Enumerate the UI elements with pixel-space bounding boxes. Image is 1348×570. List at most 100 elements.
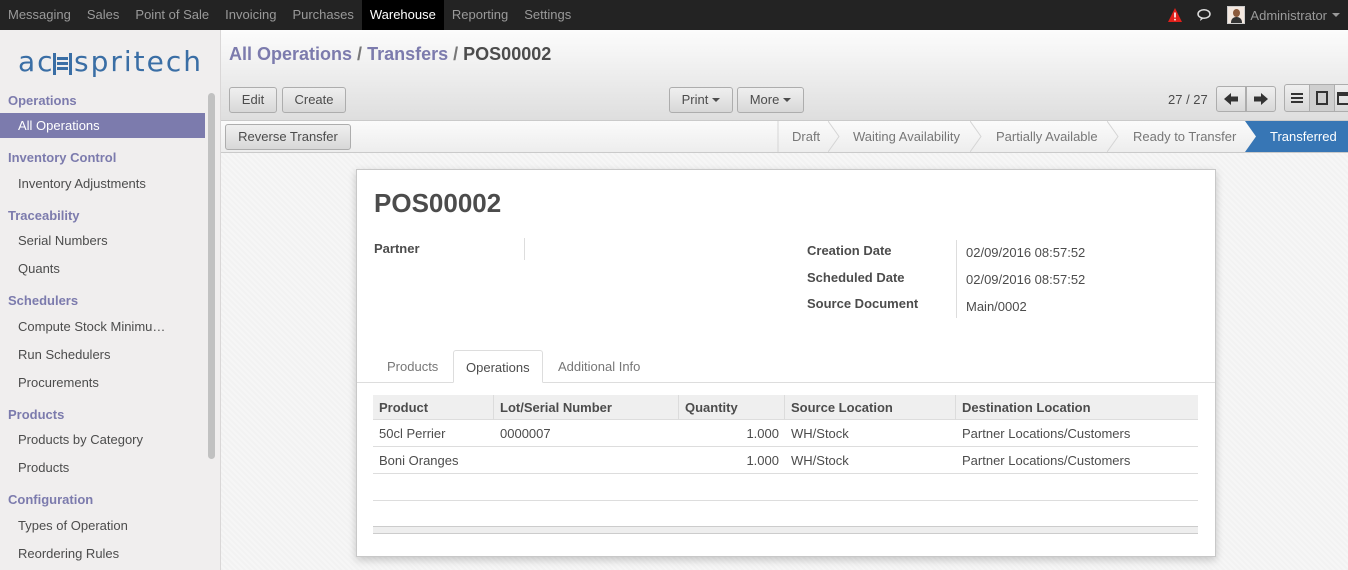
stage-transferred: Transferred: [1257, 121, 1348, 152]
list-view-button[interactable]: [1284, 84, 1310, 112]
cell-lot-serial: 0000007: [500, 426, 551, 441]
table-row-empty: [373, 474, 1198, 501]
status-bar: Reverse Transfer Draft Waiting Availabil…: [221, 121, 1348, 153]
chevron-down-icon[interactable]: [1332, 13, 1340, 17]
stage-arrow: [1107, 121, 1119, 152]
top-right-area: Administrator: [1167, 0, 1348, 30]
sidebar-item-reordering-rules[interactable]: Reordering Rules: [0, 541, 205, 566]
calendar-view-button[interactable]: [1334, 84, 1348, 112]
tab-products[interactable]: Products: [375, 350, 450, 383]
field-divider: [524, 238, 525, 260]
menu-settings[interactable]: Settings: [516, 0, 579, 30]
form-content: POS00002 Partner Creation Date Scheduled…: [221, 153, 1348, 570]
section-operations: Operations: [8, 93, 77, 108]
partner-field[interactable]: [532, 241, 772, 259]
calendar-icon: [1336, 92, 1348, 105]
sidebar-item-inventory-adjustments[interactable]: Inventory Adjustments: [0, 171, 205, 196]
stage-partially-available[interactable]: Partially Available: [982, 121, 1110, 152]
source-document-value[interactable]: Main/0002: [966, 299, 1027, 314]
avatar[interactable]: [1227, 6, 1246, 24]
table-row[interactable]: Boni Oranges 1.000 WH/Stock Partner Loca…: [373, 447, 1198, 474]
sidebar-item-quants[interactable]: Quants: [0, 256, 205, 281]
more-dropdown-label: More: [749, 92, 780, 107]
sidebar-scrollbar[interactable]: [208, 93, 215, 459]
svg-text:ac: ac: [18, 45, 55, 78]
next-record-button[interactable]: [1246, 86, 1276, 112]
create-button[interactable]: Create: [282, 87, 346, 113]
cell-quantity: 1.000: [746, 426, 779, 441]
cell-product: 50cl Perrier: [379, 426, 446, 441]
menu-invoicing[interactable]: Invoicing: [217, 0, 284, 30]
table-row[interactable]: 50cl Perrier 0000007 1.000 WH/Stock Part…: [373, 420, 1198, 447]
partner-label: Partner: [374, 241, 420, 256]
chevron-down-icon: [712, 98, 721, 102]
table-header: Product Lot/Serial Number Quantity Sourc…: [373, 395, 1198, 420]
top-menu: Messaging Sales Point of Sale Invoicing …: [0, 0, 579, 30]
source-document-label: Source Document: [807, 296, 919, 311]
section-inventory-control: Inventory Control: [8, 150, 117, 165]
sidebar-item-compute-stock[interactable]: Compute Stock Minimu…: [0, 314, 205, 339]
menu-purchases[interactable]: Purchases: [284, 0, 361, 30]
section-traceability: Traceability: [8, 208, 80, 223]
stage-ready-to-transfer[interactable]: Ready to Transfer: [1119, 121, 1246, 152]
form-sheet: POS00002 Partner Creation Date Scheduled…: [356, 169, 1216, 557]
tab-additional-info[interactable]: Additional Info: [546, 350, 652, 383]
column-quantity[interactable]: Quantity: [679, 395, 785, 420]
sidebar-item-types-of-operation[interactable]: Types of Operation: [0, 513, 205, 538]
logo-icon: ac spritech: [18, 45, 201, 78]
company-logo[interactable]: ac spritech: [18, 44, 203, 80]
arrow-left-icon: [1224, 93, 1238, 105]
stage-waiting-availability[interactable]: Waiting Availability: [839, 121, 975, 152]
sidebar-item-procurements[interactable]: Procurements: [0, 370, 205, 395]
cell-product: Boni Oranges: [379, 453, 459, 468]
column-destination-location[interactable]: Destination Location: [956, 395, 1198, 420]
user-name[interactable]: Administrator: [1250, 8, 1327, 23]
scheduled-date-value[interactable]: 02/09/2016 08:57:52: [966, 272, 1085, 287]
column-source-location[interactable]: Source Location: [785, 395, 956, 420]
sidebar-item-products[interactable]: Products: [0, 455, 205, 480]
edit-button-label: Edit: [241, 92, 265, 107]
stage-arrow: [1245, 121, 1257, 152]
menu-reporting[interactable]: Reporting: [444, 0, 516, 30]
creation-date-label: Creation Date: [807, 243, 892, 258]
sidebar-item-serial-numbers[interactable]: Serial Numbers: [0, 228, 205, 253]
stage-arrow: [970, 121, 982, 152]
reverse-transfer-button[interactable]: Reverse Transfer: [225, 124, 351, 150]
sidebar: ac spritech Operations All Operations In…: [0, 30, 221, 570]
column-lot-serial[interactable]: Lot/Serial Number: [494, 395, 679, 420]
menu-point-of-sale[interactable]: Point of Sale: [127, 0, 217, 30]
control-panel: All Operations / Transfers / POS00002 Ed…: [221, 30, 1348, 121]
sidebar-item-products-by-category[interactable]: Products by Category: [0, 427, 205, 452]
breadcrumb-separator: /: [357, 44, 363, 64]
tab-operations[interactable]: Operations: [453, 350, 543, 383]
print-dropdown[interactable]: Print: [669, 87, 733, 113]
cell-source-location: WH/Stock: [791, 453, 849, 468]
menu-messaging[interactable]: Messaging: [0, 0, 79, 30]
previous-record-button[interactable]: [1216, 86, 1246, 112]
reverse-transfer-label: Reverse Transfer: [238, 129, 338, 144]
notebook-tabs: Products Operations Additional Info: [357, 350, 1215, 383]
menu-warehouse[interactable]: Warehouse: [361, 0, 444, 30]
sidebar-item-run-schedulers[interactable]: Run Schedulers: [0, 342, 205, 367]
creation-date-value[interactable]: 02/09/2016 08:57:52: [966, 245, 1085, 260]
sidebar-item-all-operations[interactable]: All Operations: [0, 113, 205, 138]
more-dropdown[interactable]: More: [737, 87, 804, 113]
section-schedulers: Schedulers: [8, 293, 79, 308]
cell-source-location: WH/Stock: [791, 426, 849, 441]
menu-sales[interactable]: Sales: [79, 0, 128, 30]
record-title: POS00002: [374, 188, 502, 218]
section-products: Products: [8, 407, 65, 422]
scheduled-date-label: Scheduled Date: [807, 270, 905, 285]
pager-counter[interactable]: 27 / 27: [1168, 92, 1208, 107]
form-view-button[interactable]: [1309, 84, 1335, 112]
edit-button[interactable]: Edit: [229, 87, 277, 113]
breadcrumb-transfers[interactable]: Transfers: [367, 44, 448, 64]
column-product[interactable]: Product: [373, 395, 494, 420]
warning-icon[interactable]: [1167, 7, 1183, 23]
cell-lot-serial: [494, 447, 679, 474]
breadcrumb-all-operations[interactable]: All Operations: [229, 44, 352, 64]
breadcrumb: All Operations / Transfers / POS00002: [229, 44, 551, 65]
arrow-right-icon: [1254, 93, 1268, 105]
table-footer: [373, 526, 1198, 534]
chat-icon[interactable]: [1197, 7, 1213, 23]
